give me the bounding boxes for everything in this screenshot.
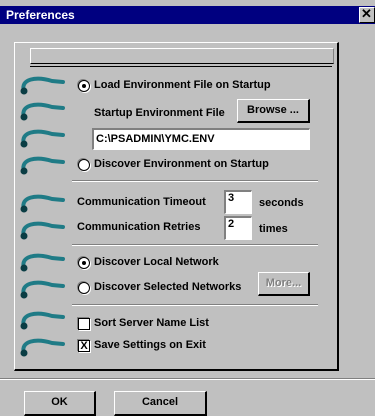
discover-selected-networks-radio[interactable]: [78, 282, 90, 294]
notebook-header: [30, 48, 334, 64]
discover-environment-label: Discover Environment on Startup: [94, 158, 269, 170]
timeout-unit-label: seconds: [259, 197, 304, 209]
close-icon: ✕: [361, 6, 372, 21]
discover-selected-networks-label: Discover Selected Networks: [94, 281, 242, 293]
sort-server-name-label: Sort Server Name List: [94, 317, 209, 329]
more-button[interactable]: More...: [258, 272, 310, 296]
startup-environment-file-label: Startup Environment File: [94, 107, 225, 119]
save-settings-checkbox[interactable]: X: [78, 340, 90, 352]
title-bar: Preferences ✕: [0, 6, 375, 24]
retries-unit-label: times: [259, 223, 288, 235]
environment-file-field[interactable]: C:\PSADMIN\YMC.ENV: [92, 128, 310, 150]
footer-divider: [0, 378, 375, 380]
load-environment-radio[interactable]: [78, 80, 90, 92]
save-settings-label: Save Settings on Exit: [94, 339, 206, 351]
notebook-divider: [30, 66, 332, 67]
separator: [72, 180, 318, 182]
communication-timeout-label: Communication Timeout: [77, 196, 206, 208]
window-title: Preferences: [6, 8, 75, 22]
discover-environment-radio[interactable]: [78, 159, 90, 171]
ok-button[interactable]: OK: [24, 391, 96, 416]
separator: [72, 244, 318, 246]
browse-button[interactable]: Browse ...: [237, 99, 310, 123]
cancel-button[interactable]: Cancel: [114, 391, 207, 416]
preferences-dialog: Preferences ✕ Load Environment File on S…: [0, 0, 375, 416]
communication-retries-field[interactable]: 2: [224, 216, 252, 240]
communication-timeout-field[interactable]: 3: [224, 190, 252, 214]
separator: [72, 304, 318, 306]
discover-local-network-label: Discover Local Network: [94, 256, 219, 268]
sort-server-name-checkbox[interactable]: [78, 318, 90, 330]
load-environment-label: Load Environment File on Startup: [94, 79, 271, 91]
discover-local-network-radio[interactable]: [78, 257, 90, 269]
close-button[interactable]: ✕: [359, 6, 375, 23]
communication-retries-label: Communication Retries: [77, 221, 201, 233]
